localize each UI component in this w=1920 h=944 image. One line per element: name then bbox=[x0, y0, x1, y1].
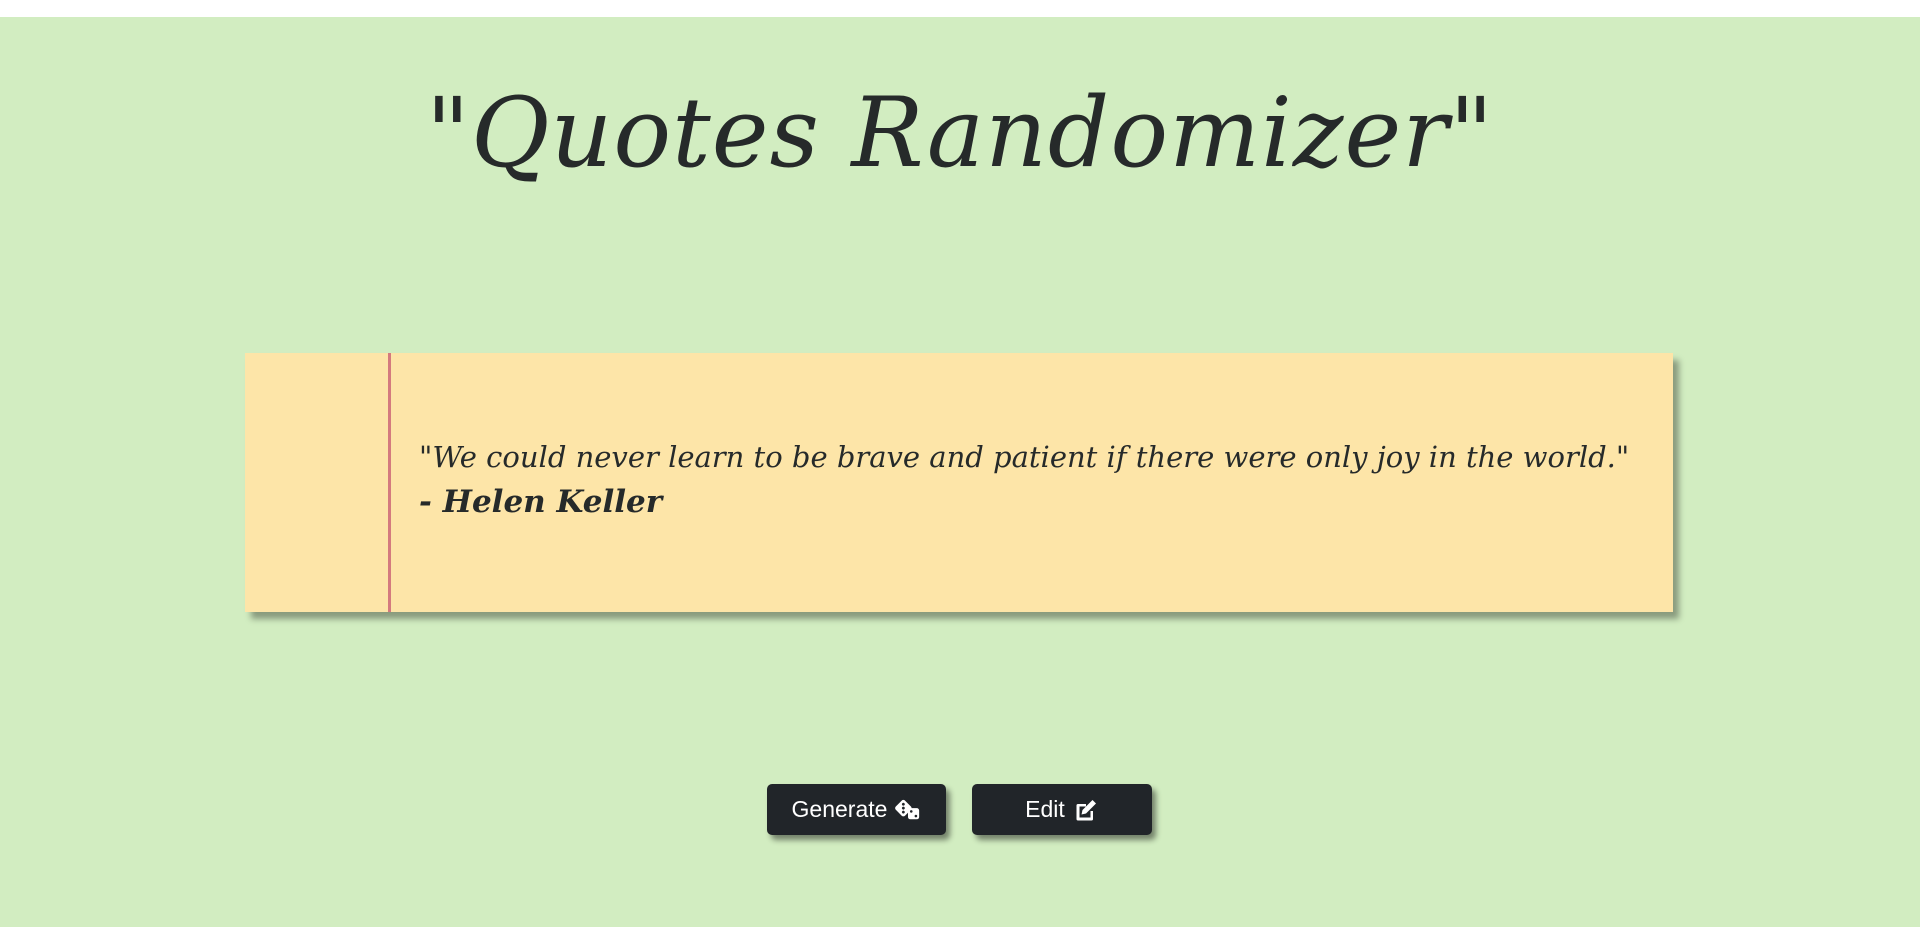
generate-button-label: Generate bbox=[791, 796, 888, 822]
note-margin-line bbox=[388, 353, 391, 612]
page-background: "Quotes Randomizer" "We could never lear… bbox=[0, 17, 1920, 927]
generate-button[interactable]: Generate bbox=[767, 784, 946, 835]
page-title: "Quotes Randomizer" bbox=[425, 77, 1495, 189]
dice-icon bbox=[895, 797, 921, 823]
edit-button[interactable]: Edit bbox=[972, 784, 1152, 835]
edit-button-label: Edit bbox=[1025, 796, 1065, 822]
quote-text: "We could never learn to be brave and pa… bbox=[419, 440, 1630, 474]
edit-icon bbox=[1073, 797, 1099, 823]
quote-author: - Helen Keller bbox=[419, 484, 663, 520]
quote-card: "We could never learn to be brave and pa… bbox=[245, 353, 1673, 612]
